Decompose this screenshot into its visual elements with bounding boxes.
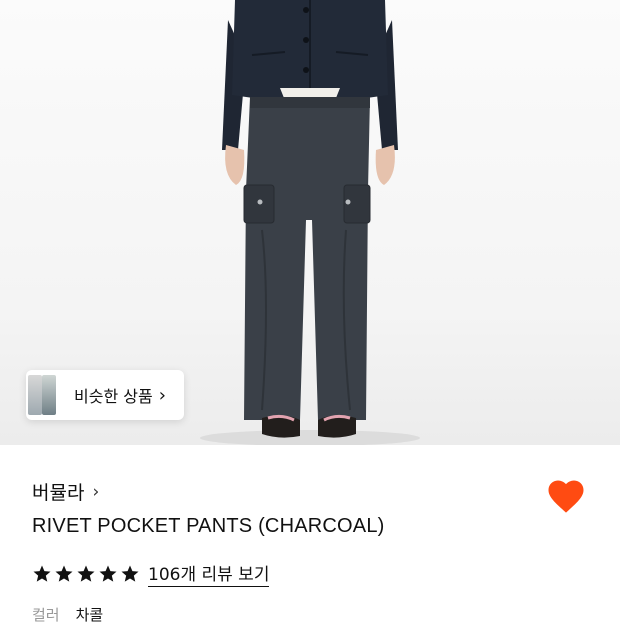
color-option: 컬러 차콜 — [32, 604, 103, 625]
similar-thumbnails — [26, 370, 58, 420]
star-icon — [77, 565, 95, 582]
star-icon — [99, 565, 117, 582]
color-value: 차콜 — [75, 606, 104, 624]
similar-products-label: 비슷한 상품 — [74, 387, 153, 406]
star-icon — [121, 565, 139, 582]
thumbnail-image — [42, 375, 56, 415]
thumbnail-image — [28, 375, 42, 415]
star-icon — [55, 565, 73, 582]
chevron-right-icon: › — [92, 481, 100, 502]
color-label: 컬러 — [32, 606, 60, 624]
brand-name: 버뮬라 — [32, 482, 85, 504]
rating-row: 106개 리뷰 보기 — [32, 560, 270, 587]
heart-icon[interactable] — [546, 477, 586, 515]
similar-products-button[interactable]: 비슷한 상품 › — [26, 370, 184, 420]
rating-stars — [32, 564, 142, 584]
brand-link[interactable]: 버뮬라 › — [32, 478, 99, 505]
chevron-right-icon: › — [158, 384, 166, 406]
star-icon — [33, 565, 51, 582]
product-title: RIVET POCKET PANTS (CHARCOAL) — [32, 515, 385, 537]
view-reviews-link[interactable]: 106개 리뷰 보기 — [148, 560, 270, 587]
